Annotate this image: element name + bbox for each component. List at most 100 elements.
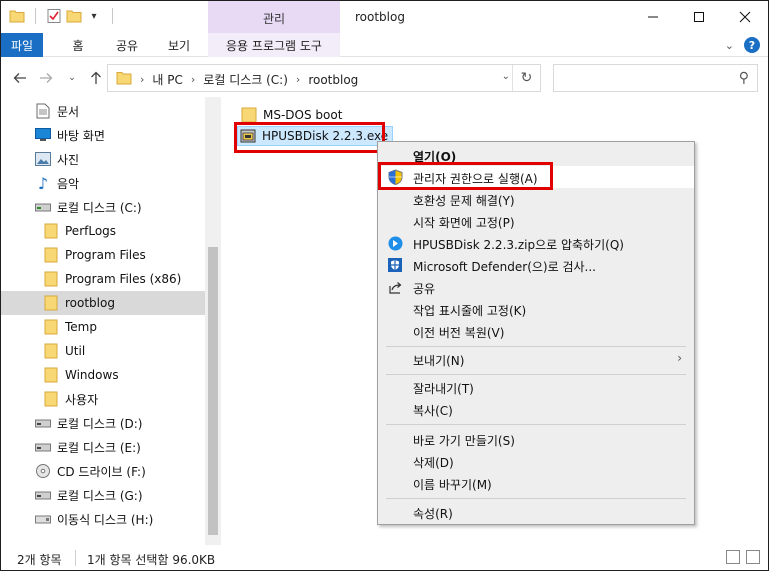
tab-file[interactable]: 파일 [1,33,43,57]
window-title: rootblog [355,10,405,24]
nav-item-temp[interactable]: Temp [1,315,205,339]
nav-item-music[interactable]: ♪ 음악 [1,171,205,195]
menu-item-compress-zip[interactable]: HPUSBDisk 2.2.3.zip으로 압축하기(Q) [378,232,694,254]
menu-item-label: 호환성 문제 해결(Y) [413,194,515,208]
nav-item-rootblog[interactable]: rootblog [1,291,205,315]
search-input[interactable]: ⚲ [553,64,758,92]
menu-item-pin-to-taskbar[interactable]: 작업 표시줄에 고정(K) [378,298,694,320]
nav-label: Program Files [65,248,146,262]
menu-item-open[interactable]: 열기(O) [378,144,694,166]
status-item-count: 2개 항목 [17,553,62,567]
breadcrumb-this-pc[interactable]: 내 PC [152,71,182,88]
menu-item-label: 바로 가기 만들기(S) [413,434,515,448]
manage-label: 관리 [262,12,286,26]
customize-toolbar-icon[interactable]: ▾ [86,8,102,24]
details-view-icon[interactable] [726,550,740,564]
forward-arrow-icon [40,73,53,83]
nav-item-local-disk-e[interactable]: 로컬 디스크 (E:) [1,435,205,459]
nav-item-removable-disk-h[interactable]: 이동식 디스크 (H:) [1,507,205,531]
up-button[interactable] [87,67,105,89]
music-icon: ♪ [37,173,49,193]
drive-icon [35,439,51,455]
nav-item-desktop[interactable]: 바탕 화면 [1,123,205,147]
menu-item-delete[interactable]: 삭제(D) [378,450,694,472]
nav-label: Temp [65,320,97,334]
menu-item-label: 시작 화면에 고정(P) [413,216,515,230]
breadcrumb: › 내 PC › 로컬 디스크 (C:) › rootblog [116,71,358,88]
menu-item-copy[interactable]: 복사(C) [378,398,694,420]
menu-item-send-to[interactable]: 보내기(N) › [378,348,694,370]
status-selection: 1개 항목 선택함 96.0KB [87,553,216,567]
menu-item-run-as-administrator[interactable]: 관리자 권한으로 실행(A) [378,166,694,188]
folder-icon [43,295,59,311]
nav-item-local-disk-c[interactable]: 로컬 디스크 (C:) [1,195,205,219]
help-icon[interactable]: ? [744,37,760,53]
recent-locations-button[interactable]: ⌄ [63,67,81,89]
nav-item-local-disk-g[interactable]: 로컬 디스크 (G:) [1,483,205,507]
tab-application-tools[interactable]: 응용 프로그램 도구 [208,33,340,57]
nav-label: 사진 [57,152,80,167]
menu-item-label: 관리자 권한으로 실행(A) [413,172,538,186]
navigation-scrollbar[interactable] [205,97,221,545]
menu-item-scan-defender[interactable]: Microsoft Defender(으)로 검사... [378,254,694,276]
quick-access-toolbar: ▾ [9,8,119,24]
file-item-hpusbdisk-exe[interactable]: HPUSBDisk 2.2.3.exe [237,126,394,146]
nav-item-documents[interactable]: 문서 [1,99,205,123]
nav-label: Windows [65,368,119,382]
menu-item-restore-previous-versions[interactable]: 이전 버전 복원(V) [378,320,694,342]
back-arrow-icon [13,73,26,83]
maximize-button[interactable] [676,1,722,33]
forward-button[interactable] [37,67,55,89]
minimize-button[interactable] [630,1,676,33]
menu-item-share[interactable]: 공유 [378,276,694,298]
drive-icon [35,487,51,503]
menu-item-rename[interactable]: 이름 바꾸기(M) [378,472,694,494]
breadcrumb-rootblog[interactable]: rootblog [308,73,358,87]
properties-icon[interactable] [46,8,62,24]
nav-item-pictures[interactable]: 사진 [1,147,205,171]
menu-item-cut[interactable]: 잘라내기(T) [378,376,694,398]
tab-home[interactable]: 홈 [61,33,95,57]
nav-item-cd-drive-f[interactable]: CD 드라이브 (F:) [1,459,205,483]
nav-item-windows[interactable]: Windows [1,363,205,387]
bandizip-icon [387,235,403,251]
address-bar[interactable]: › 내 PC › 로컬 디스크 (C:) › rootblog ⌄ ↻ [107,64,541,92]
tab-view[interactable]: 보기 [159,33,199,57]
menu-item-label: 복사(C) [413,404,453,418]
menu-item-troubleshoot-compatibility[interactable]: 호환성 문제 해결(Y) [378,188,694,210]
nav-item-program-files[interactable]: Program Files [1,243,205,267]
address-dropdown-icon[interactable]: ⌄ [502,71,510,82]
nav-item-util[interactable]: Util [1,339,205,363]
back-button[interactable] [11,67,29,89]
menu-item-label: Microsoft Defender(으)로 검사... [413,260,596,274]
tab-share[interactable]: 공유 [107,33,147,57]
file-item-ms-dos-boot[interactable]: MS-DOS boot [241,105,342,125]
menu-item-create-shortcut[interactable]: 바로 가기 만들기(S) [378,428,694,450]
nav-label: 이동식 디스크 (H:) [57,512,154,527]
breadcrumb-local-disk-c[interactable]: 로컬 디스크 (C:) [203,71,288,88]
menu-separator [386,346,686,347]
close-button[interactable] [722,1,768,33]
manage-context-header: 관리 [208,1,340,33]
menu-separator [386,498,686,499]
expand-ribbon-icon[interactable]: ⌄ [725,39,734,52]
title-bar: ▾ 관리 rootblog [1,1,768,33]
menu-item-properties[interactable]: 속성(R) [378,501,694,523]
exe-icon [240,128,256,144]
nav-item-local-disk-d[interactable]: 로컬 디스크 (D:) [1,411,205,435]
explorer-window: ▾ 관리 rootblog 파일 홈 공유 보기 응용 프로그램 도구 ⌄ ? [0,0,769,571]
menu-item-pin-to-start[interactable]: 시작 화면에 고정(P) [378,210,694,232]
menu-item-label: 작업 표시줄에 고정(K) [413,304,527,318]
scrollbar-thumb[interactable] [208,247,218,535]
search-icon: ⚲ [738,70,749,86]
nav-label: 로컬 디스크 (C:) [57,200,142,215]
nav-item-perflogs[interactable]: PerfLogs [1,219,205,243]
large-icons-view-icon[interactable] [746,550,760,564]
refresh-button[interactable]: ↻ [512,65,540,91]
nav-item-program-files-x86[interactable]: Program Files (x86) [1,267,205,291]
nav-item-users[interactable]: 사용자 [1,387,205,411]
nav-label: CD 드라이브 (F:) [57,464,146,479]
folder-icon [43,271,59,287]
new-folder-icon[interactable] [66,8,82,24]
nav-label: 음악 [57,176,80,191]
